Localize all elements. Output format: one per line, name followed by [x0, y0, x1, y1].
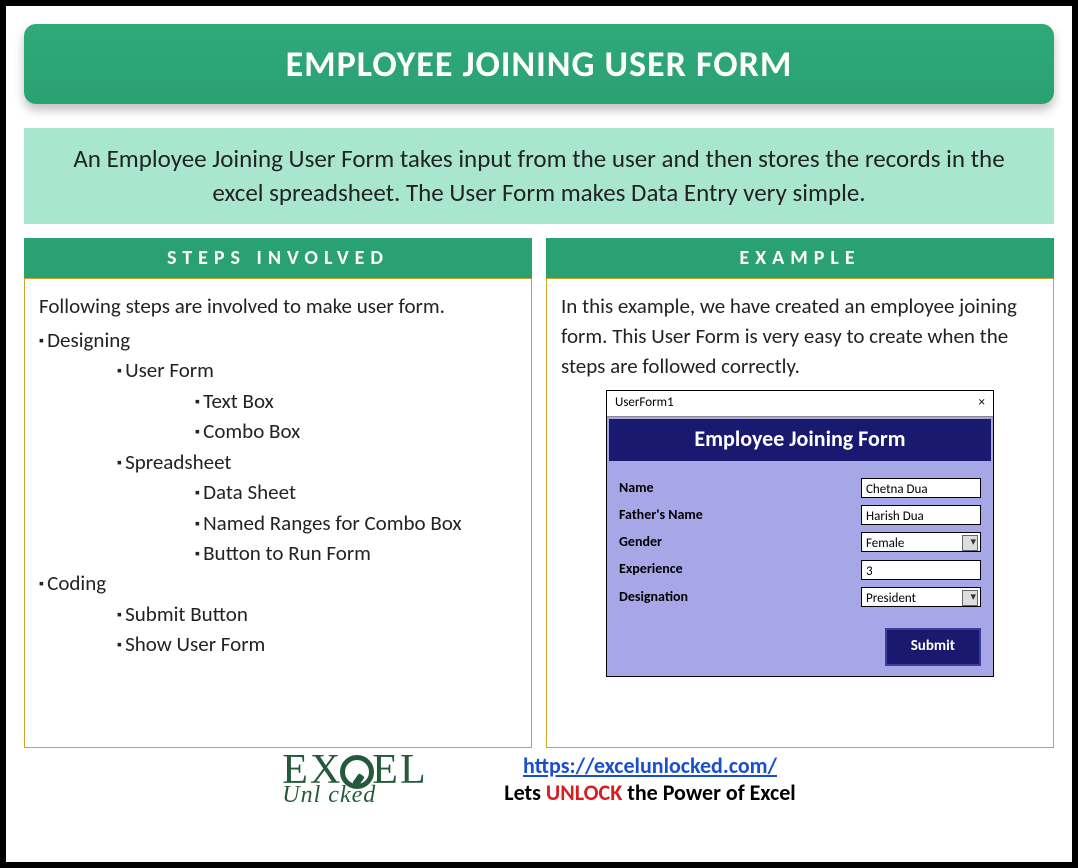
input-father[interactable]: Harish Dua	[861, 505, 981, 525]
logo: EXEL Unl cked	[282, 752, 482, 807]
label-experience: Experience	[619, 559, 861, 579]
combo-gender[interactable]: Female	[861, 532, 981, 552]
list-item: Combo Box	[195, 416, 517, 446]
columns: STEPS INVOLVED Following steps are invol…	[24, 238, 1054, 748]
combo-designation[interactable]: President	[861, 587, 981, 607]
example-intro: In this example, we have created an empl…	[561, 291, 1039, 382]
userform-window-title: UserForm1	[615, 394, 674, 413]
list-item: Data Sheet	[195, 477, 517, 507]
list-item: User Form Text Box Combo Box	[117, 355, 517, 446]
input-name[interactable]: Chetna Dua	[861, 478, 981, 498]
footer-link[interactable]: https://excelunlocked.com/	[523, 752, 777, 779]
page-title: EMPLOYEE JOINING USER FORM	[34, 42, 1044, 86]
example-body: In this example, we have created an empl…	[546, 278, 1054, 748]
list-item: Text Box	[195, 386, 517, 416]
list-item: Spreadsheet Data Sheet Named Ranges for …	[117, 447, 517, 569]
label-father: Father's Name	[619, 505, 861, 525]
list-item: Designing User Form Text Box Combo Box S…	[39, 325, 517, 569]
document-frame: EMPLOYEE JOINING USER FORM An Employee J…	[0, 0, 1078, 868]
steps-body: Following steps are involved to make use…	[24, 278, 532, 748]
list-item: Button to Run Form	[195, 538, 517, 568]
userform-window: UserForm1 × Employee Joining Form Name C…	[606, 390, 994, 677]
key-ring-icon	[340, 755, 374, 789]
label-designation: Designation	[619, 587, 861, 607]
description-box: An Employee Joining User Form takes inpu…	[24, 128, 1054, 224]
example-heading: EXAMPLE	[546, 238, 1054, 278]
label-name: Name	[619, 478, 861, 498]
label-gender: Gender	[619, 532, 861, 552]
list-item: Named Ranges for Combo Box	[195, 508, 517, 538]
list-item: Coding Submit Button Show User Form	[39, 568, 517, 659]
title-bar: EMPLOYEE JOINING USER FORM	[24, 24, 1054, 104]
steps-column: STEPS INVOLVED Following steps are invol…	[24, 238, 532, 748]
steps-heading: STEPS INVOLVED	[24, 238, 532, 278]
userform-titlebar: UserForm1 ×	[607, 391, 993, 417]
footer: EXEL Unl cked https://excelunlocked.com/…	[24, 752, 1054, 807]
example-column: EXAMPLE In this example, we have created…	[546, 238, 1054, 748]
submit-button[interactable]: Submit	[885, 628, 981, 666]
steps-intro: Following steps are involved to make use…	[39, 291, 517, 321]
userform-body: Name Chetna Dua Father's Name Harish Dua…	[607, 463, 993, 624]
input-experience[interactable]: 3	[861, 560, 981, 580]
userform-heading: Employee Joining Form	[609, 419, 991, 461]
footer-text: https://excelunlocked.com/ Lets UNLOCK t…	[504, 752, 795, 806]
close-icon[interactable]: ×	[979, 394, 985, 413]
list-item: Submit Button	[117, 599, 517, 629]
list-item: Show User Form	[117, 629, 517, 659]
